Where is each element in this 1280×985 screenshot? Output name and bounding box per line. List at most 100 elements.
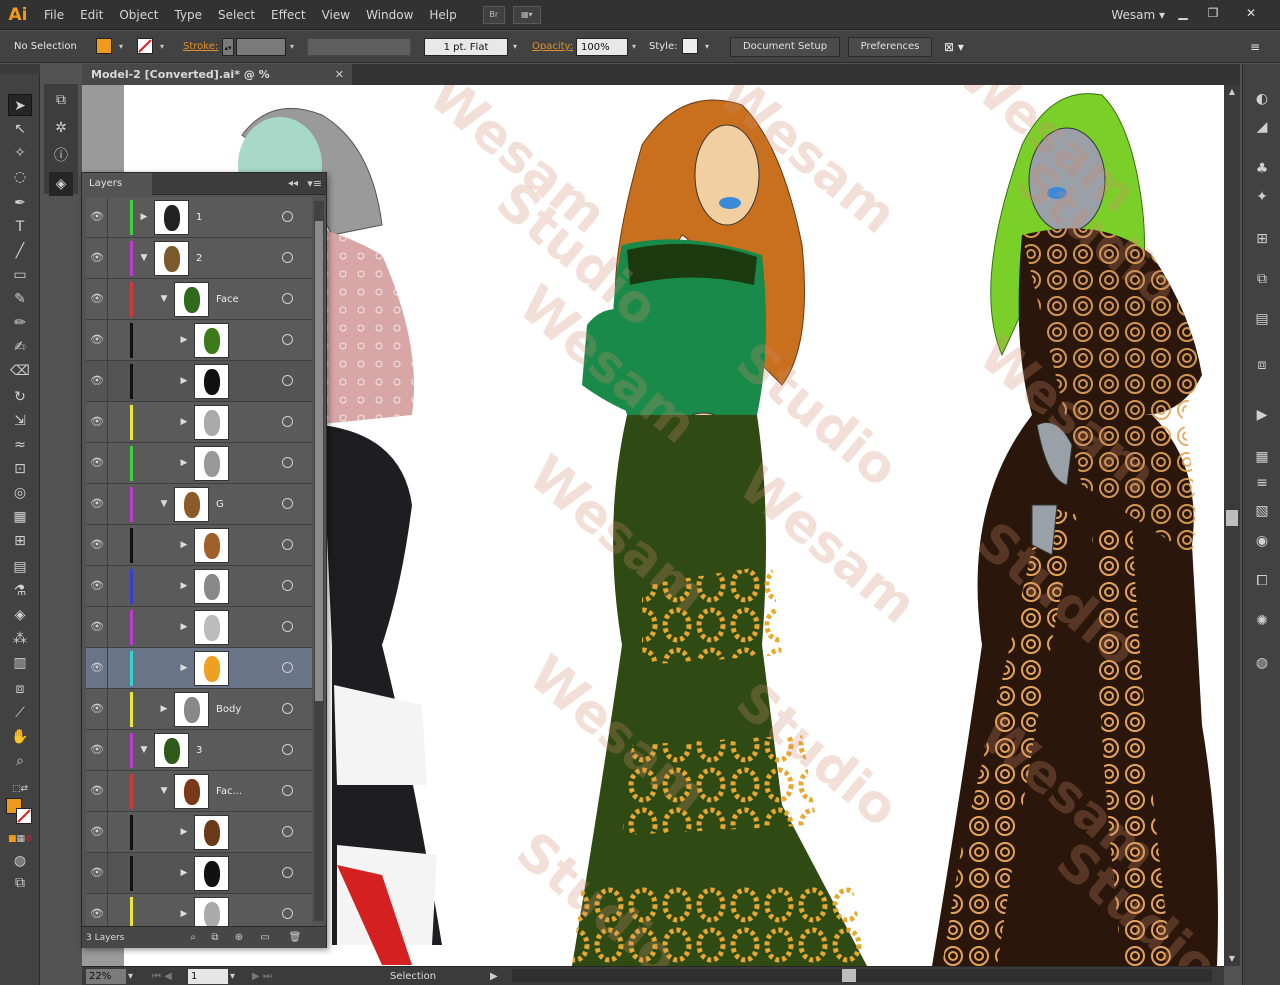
layers-panel-header[interactable]: Layers ◂◂ ▾≡ bbox=[82, 173, 326, 195]
collapse-triangle-icon[interactable]: ▼ bbox=[158, 292, 170, 306]
lock-column[interactable] bbox=[107, 525, 108, 566]
target-circle-icon[interactable] bbox=[282, 539, 293, 550]
target-circle-icon[interactable] bbox=[282, 375, 293, 386]
stroke-weight-dropdown-icon[interactable]: ▾ bbox=[287, 38, 297, 56]
target-circle-icon[interactable] bbox=[282, 293, 293, 304]
expand-triangle-icon[interactable]: ▶ bbox=[178, 866, 190, 880]
visibility-eye-icon[interactable]: 👁 bbox=[90, 456, 104, 470]
brushes-panel-icon[interactable]: ✦ bbox=[1250, 186, 1274, 208]
eraser-tool-icon[interactable]: ⌫ bbox=[8, 360, 32, 382]
expand-triangle-icon[interactable]: ▶ bbox=[138, 210, 150, 224]
zoom-dropdown-icon[interactable]: ▾ bbox=[128, 969, 138, 984]
artboard-tool-icon[interactable]: ⧈ bbox=[8, 678, 32, 700]
horizontal-scrollbar[interactable] bbox=[512, 969, 1212, 982]
layer-row[interactable]: 👁 ▼ G bbox=[86, 484, 312, 525]
target-circle-icon[interactable] bbox=[282, 252, 293, 263]
vertical-scroll-thumb[interactable] bbox=[1226, 510, 1238, 526]
new-sublayer-icon[interactable]: ⊕ bbox=[232, 931, 246, 945]
rectangle-tool-icon[interactable]: ▭ bbox=[8, 264, 32, 286]
layer-row[interactable]: 👁 ▶ bbox=[86, 894, 312, 926]
layers-tab[interactable]: Layers bbox=[82, 173, 152, 195]
layer-row[interactable]: 👁 ▼ 2 bbox=[86, 238, 312, 279]
layer-row[interactable]: 👁 ▶ bbox=[86, 443, 312, 484]
toolbar-header[interactable] bbox=[0, 64, 40, 74]
delete-layer-icon[interactable]: 🗑 bbox=[288, 931, 302, 945]
magic-wand-tool-icon[interactable]: ✧ bbox=[8, 142, 32, 164]
opacity-dropdown-icon[interactable]: ▾ bbox=[629, 38, 639, 56]
visibility-eye-icon[interactable]: 👁 bbox=[90, 784, 104, 798]
target-circle-icon[interactable] bbox=[282, 334, 293, 345]
default-colors-icon[interactable]: ⬚⇄ bbox=[8, 778, 32, 800]
lock-column[interactable] bbox=[107, 443, 108, 484]
visibility-eye-icon[interactable]: 👁 bbox=[90, 743, 104, 757]
layer-row[interactable]: 👁 ▶ bbox=[86, 648, 312, 689]
target-circle-icon[interactable] bbox=[282, 621, 293, 632]
close-document-icon[interactable]: ✕ bbox=[335, 64, 344, 85]
lock-column[interactable] bbox=[107, 238, 108, 279]
target-circle-icon[interactable] bbox=[282, 662, 293, 673]
lock-column[interactable] bbox=[107, 853, 108, 894]
artboards-panel-icon[interactable]: ⧉ bbox=[49, 88, 73, 112]
visibility-eye-icon[interactable]: 👁 bbox=[90, 497, 104, 511]
layer-name[interactable]: 1 bbox=[196, 197, 202, 238]
lock-column[interactable] bbox=[107, 812, 108, 853]
preferences-button[interactable]: Preferences bbox=[848, 37, 932, 57]
arrange-icon[interactable]: ⊠ ▾ bbox=[944, 38, 964, 56]
stroke-dropdown-icon[interactable]: ▾ bbox=[157, 38, 167, 56]
menu-type[interactable]: Type bbox=[166, 0, 210, 30]
target-circle-icon[interactable] bbox=[282, 785, 293, 796]
libraries-panel-icon[interactable]: ◍ bbox=[1250, 652, 1274, 674]
lock-column[interactable] bbox=[107, 566, 108, 607]
free-transform-tool-icon[interactable]: ⊡ bbox=[8, 458, 32, 480]
make-clipping-mask-icon[interactable]: ⧉ bbox=[208, 931, 222, 945]
type-tool-icon[interactable]: T bbox=[8, 216, 32, 238]
shape-builder-tool-icon[interactable]: ◎ bbox=[8, 482, 32, 504]
lock-column[interactable] bbox=[107, 648, 108, 689]
visibility-eye-icon[interactable]: 👁 bbox=[90, 825, 104, 839]
layers-scroll-thumb[interactable] bbox=[315, 221, 323, 701]
zoom-tool-icon[interactable]: ⌕ bbox=[8, 750, 32, 772]
warp-tool-icon[interactable]: ≈ bbox=[8, 434, 32, 456]
expand-triangle-icon[interactable]: ▶ bbox=[178, 538, 190, 552]
transparency-panel-icon[interactable]: ◉ bbox=[1250, 530, 1274, 552]
pathfinder-panel-icon[interactable]: ⧉ bbox=[1250, 268, 1274, 290]
draw-mode-icon[interactable]: ◍ bbox=[8, 850, 32, 872]
visibility-eye-icon[interactable]: 👁 bbox=[90, 415, 104, 429]
target-circle-icon[interactable] bbox=[282, 498, 293, 509]
line-tool-icon[interactable]: ╱ bbox=[8, 240, 32, 262]
menu-file[interactable]: File bbox=[36, 0, 72, 30]
expand-triangle-icon[interactable]: ▶ bbox=[178, 620, 190, 634]
collapse-triangle-icon[interactable]: ▼ bbox=[158, 784, 170, 798]
layer-name[interactable]: 3 bbox=[196, 730, 202, 771]
status-menu-icon[interactable]: ▶ bbox=[490, 969, 500, 984]
restore-icon[interactable]: ❐ bbox=[1200, 4, 1226, 22]
layer-row[interactable]: 👁 ▶ bbox=[86, 812, 312, 853]
variable-width-profile[interactable] bbox=[307, 38, 411, 56]
layer-row[interactable]: 👁 ▶ 1 bbox=[86, 197, 312, 238]
scale-tool-icon[interactable]: ⇲ bbox=[8, 410, 32, 432]
visibility-eye-icon[interactable]: 👁 bbox=[90, 620, 104, 634]
transform-panel-icon[interactable]: ⊞ bbox=[1250, 228, 1274, 250]
layer-row[interactable]: 👁 ▶ bbox=[86, 566, 312, 607]
menu-object[interactable]: Object bbox=[111, 0, 166, 30]
hand-tool-icon[interactable]: ✋ bbox=[8, 726, 32, 748]
stroke-weight-stepper[interactable]: ▴▾ bbox=[222, 38, 234, 56]
layer-name[interactable]: Face bbox=[216, 279, 239, 320]
menu-window[interactable]: Window bbox=[358, 0, 421, 30]
lock-column[interactable] bbox=[107, 320, 108, 361]
stroke-swatch[interactable] bbox=[137, 38, 153, 54]
layer-name[interactable]: G bbox=[216, 484, 224, 525]
layer-row[interactable]: 👁 ▶ bbox=[86, 320, 312, 361]
close-icon[interactable]: ✕ bbox=[1238, 4, 1264, 22]
graphic-styles-icon[interactable]: ▦ bbox=[1250, 446, 1274, 468]
expand-triangle-icon[interactable]: ▶ bbox=[178, 374, 190, 388]
style-dropdown-icon[interactable]: ▾ bbox=[702, 38, 712, 56]
collapse-triangle-icon[interactable]: ▼ bbox=[138, 251, 150, 265]
document-tab[interactable]: Model-2 [Converted].ai* @ % (RGB/Preview… bbox=[82, 64, 352, 102]
lock-column[interactable] bbox=[107, 894, 108, 926]
layer-row[interactable]: 👁 ▶ bbox=[86, 361, 312, 402]
document-setup-button[interactable]: Document Setup bbox=[730, 37, 840, 57]
visibility-eye-icon[interactable]: 👁 bbox=[90, 702, 104, 716]
lock-column[interactable] bbox=[107, 197, 108, 238]
control-panel-menu-icon[interactable]: ≡ bbox=[1250, 38, 1260, 56]
